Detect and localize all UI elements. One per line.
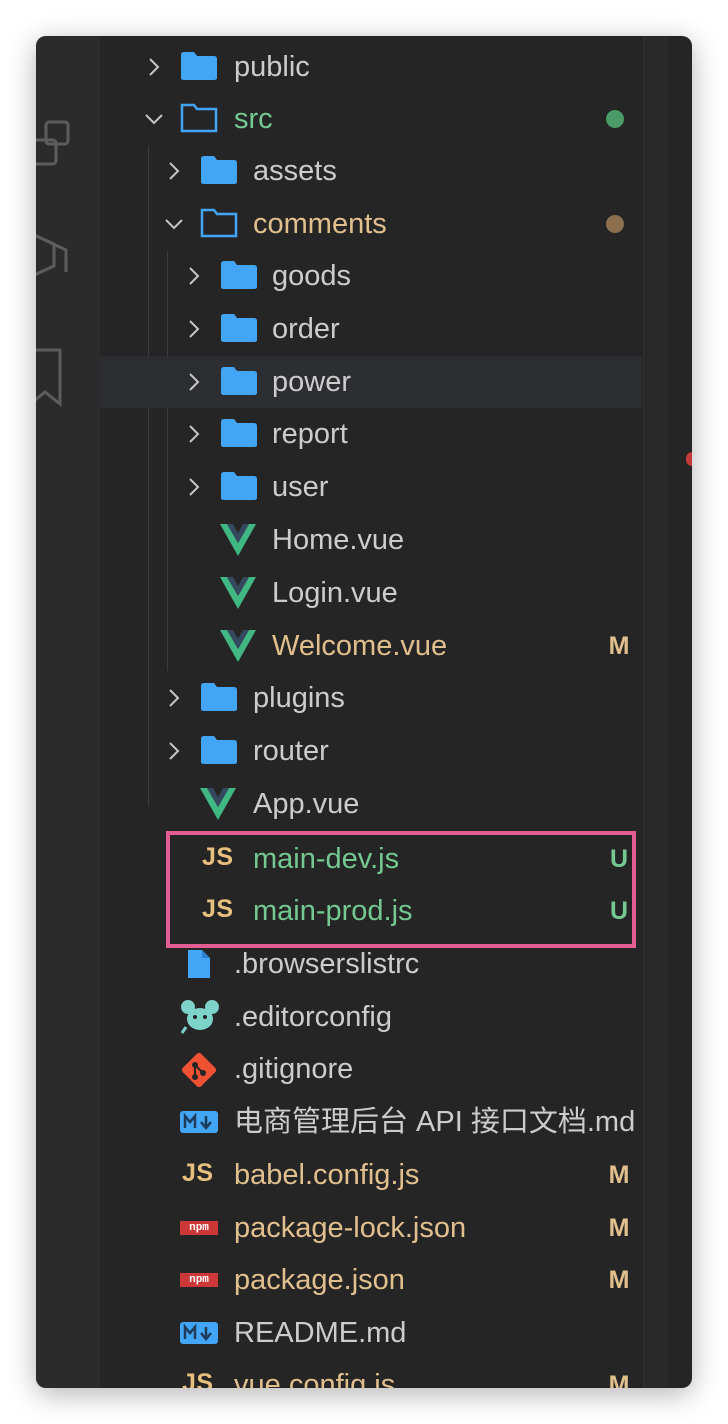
folder-icon bbox=[221, 419, 257, 447]
folder-icon bbox=[221, 314, 257, 342]
file-label: package.json bbox=[234, 1264, 405, 1296]
folder-label: power bbox=[272, 366, 351, 398]
untracked-dot bbox=[606, 110, 624, 128]
chevron-right-icon bbox=[189, 425, 200, 443]
file-label: README.md bbox=[234, 1317, 407, 1349]
npm-icon: npm bbox=[180, 1221, 218, 1235]
activity-bar bbox=[36, 36, 100, 1388]
folder-label: router bbox=[253, 735, 329, 767]
chevron-right-icon bbox=[189, 267, 200, 285]
tree-folder-src[interactable]: src bbox=[100, 93, 642, 145]
git-modified-badge: M bbox=[608, 1266, 630, 1294]
git-modified-badge: M bbox=[608, 1371, 630, 1388]
file-label: Login.vue bbox=[272, 577, 398, 609]
tree-folder-plugins[interactable]: plugins bbox=[100, 672, 642, 724]
editorconfig-mouse-icon bbox=[180, 1000, 219, 1034]
folder-label: src bbox=[234, 103, 273, 135]
annotation-highlight-box bbox=[166, 831, 636, 948]
vue-file-icon bbox=[220, 524, 256, 556]
tree-folder-public[interactable]: public bbox=[100, 41, 642, 93]
tree-file-login-vue[interactable]: Login.vue bbox=[100, 567, 642, 619]
tree-folder-assets[interactable]: assets bbox=[100, 145, 642, 197]
bookmark-icon[interactable] bbox=[36, 346, 100, 410]
chevron-down-icon bbox=[145, 114, 163, 125]
chevron-right-icon bbox=[169, 689, 180, 707]
tree-file-package-lock-json[interactable]: npm package-lock.json M bbox=[100, 1202, 642, 1254]
folder-icon bbox=[181, 52, 217, 80]
chevron-right-icon bbox=[169, 742, 180, 760]
chevron-right-icon bbox=[189, 478, 200, 496]
file-label: .browserslistrc bbox=[234, 948, 420, 980]
js-file-icon: JS bbox=[182, 1159, 214, 1187]
vue-file-icon bbox=[200, 788, 236, 820]
chevron-right-icon bbox=[169, 162, 180, 180]
tree-folder-router[interactable]: router bbox=[100, 725, 642, 777]
tree-folder-goods[interactable]: goods bbox=[100, 250, 642, 302]
tree-file-babel-config-js[interactable]: JS babel.config.js M bbox=[100, 1149, 642, 1201]
explorer-window: public src assets comments goods order p… bbox=[36, 36, 692, 1388]
tree-file-editorconfig[interactable]: .editorconfig bbox=[100, 991, 642, 1043]
folder-icon bbox=[221, 367, 257, 395]
tree-folder-order[interactable]: order bbox=[100, 303, 642, 355]
folder-label: assets bbox=[253, 155, 337, 187]
folder-label: user bbox=[272, 471, 329, 503]
npm-icon: npm bbox=[180, 1273, 218, 1287]
file-label: Welcome.vue bbox=[272, 630, 448, 662]
tree-folder-comments[interactable]: comments bbox=[100, 198, 642, 250]
chevron-down-icon bbox=[165, 219, 183, 230]
tree-file-home-vue[interactable]: Home.vue bbox=[100, 514, 642, 566]
file-label: .gitignore bbox=[234, 1053, 354, 1085]
scrollbar-track[interactable] bbox=[643, 36, 668, 1388]
folder-label: comments bbox=[253, 208, 387, 240]
file-label: vue.config.js bbox=[234, 1369, 396, 1388]
file-label: 电商管理后台 API 接口文档.md bbox=[234, 1106, 636, 1138]
tree-file-browserslistrc[interactable]: .browserslistrc bbox=[100, 938, 642, 990]
folder-label: report bbox=[272, 418, 348, 450]
modified-dot bbox=[606, 215, 624, 233]
tree-file-readme-md[interactable]: README.md bbox=[100, 1307, 642, 1359]
tree-file-vue-config-js[interactable]: JS vue.config.js M bbox=[100, 1359, 642, 1388]
chevron-right-icon bbox=[189, 320, 200, 338]
tree-folder-report[interactable]: report bbox=[100, 408, 642, 460]
file-label: Home.vue bbox=[272, 524, 405, 556]
folder-icon bbox=[221, 261, 257, 289]
tree-folder-power[interactable]: power bbox=[100, 356, 642, 408]
extensions-icon[interactable] bbox=[36, 120, 100, 184]
tree-file-app-vue[interactable]: App.vue bbox=[100, 778, 642, 830]
tree-file-gitignore[interactable]: .gitignore bbox=[100, 1043, 642, 1095]
git-modified-badge: M bbox=[608, 632, 630, 660]
markdown-icon bbox=[180, 1322, 218, 1344]
git-modified-badge: M bbox=[608, 1161, 630, 1189]
chevron-right-icon bbox=[149, 58, 160, 76]
vue-file-icon bbox=[220, 630, 256, 662]
markdown-icon bbox=[180, 1111, 218, 1133]
folder-label: plugins bbox=[253, 682, 345, 714]
tree-folder-user[interactable]: user bbox=[100, 461, 642, 513]
folder-label: public bbox=[234, 51, 310, 83]
folder-icon bbox=[221, 472, 257, 500]
chevron-right-icon bbox=[189, 373, 200, 391]
file-icon bbox=[188, 950, 210, 978]
folder-icon bbox=[201, 736, 237, 764]
tree-file-welcome-vue[interactable]: Welcome.vue M bbox=[100, 620, 642, 672]
tree-file-api-doc-md[interactable]: 电商管理后台 API 接口文档.md bbox=[100, 1096, 642, 1148]
js-file-icon: JS bbox=[182, 1369, 214, 1388]
folder-label: order bbox=[272, 313, 340, 345]
git-icon bbox=[181, 1052, 217, 1088]
file-label: babel.config.js bbox=[234, 1159, 420, 1191]
file-label: .editorconfig bbox=[234, 1001, 392, 1033]
error-marker bbox=[686, 452, 692, 466]
git-modified-badge: M bbox=[608, 1214, 630, 1242]
folder-open-icon bbox=[180, 103, 218, 133]
file-label: package-lock.json bbox=[234, 1212, 467, 1244]
tree-file-package-json[interactable]: npm package.json M bbox=[100, 1254, 642, 1306]
folder-open-icon bbox=[200, 208, 238, 238]
folder-icon bbox=[201, 156, 237, 184]
folder-icon bbox=[201, 683, 237, 711]
vue-file-icon bbox=[220, 577, 256, 609]
folder-label: goods bbox=[272, 260, 352, 292]
file-label: App.vue bbox=[253, 788, 360, 820]
remote-explorer-icon[interactable] bbox=[36, 222, 100, 286]
